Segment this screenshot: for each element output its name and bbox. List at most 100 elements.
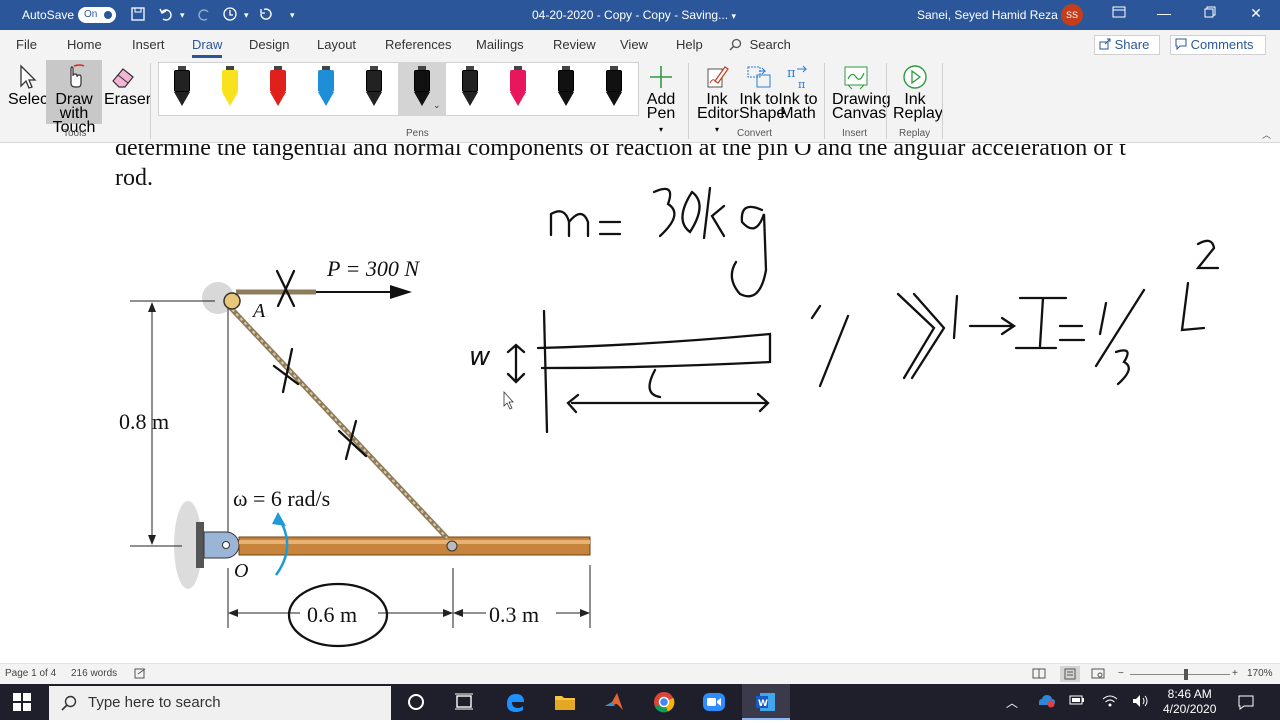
undo-dropdown-icon[interactable]: ▾ xyxy=(180,10,185,21)
drawing-canvas-icon xyxy=(844,66,868,90)
comments-button[interactable]: Comments xyxy=(1170,35,1266,55)
svg-text:π: π xyxy=(798,78,805,91)
edge-icon[interactable] xyxy=(503,690,529,714)
search-icon xyxy=(61,695,77,711)
force-label: P = 300 N xyxy=(327,256,420,281)
print-layout-icon[interactable] xyxy=(1060,666,1080,682)
zoom-level[interactable]: 170% xyxy=(1247,668,1273,679)
proofing-icon[interactable] xyxy=(134,668,146,682)
tab-draw[interactable]: Draw xyxy=(192,37,223,58)
ink-3 xyxy=(652,187,676,238)
pen-9[interactable] xyxy=(554,66,578,110)
zoom-app-icon[interactable] xyxy=(702,690,728,714)
tab-home[interactable]: Home xyxy=(67,37,102,52)
eraser-button[interactable]: Eraser xyxy=(104,63,151,108)
draw-with-touch-button[interactable]: Draw with Touch xyxy=(46,60,102,136)
document-page[interactable]: determine the tangential and normal comp… xyxy=(0,144,1280,648)
add-icon xyxy=(650,66,672,88)
task-view-icon[interactable] xyxy=(452,690,478,714)
show-hidden-icons-icon[interactable]: ︿ xyxy=(1006,694,1018,711)
tab-file[interactable]: File xyxy=(16,37,37,52)
close-icon[interactable]: ✕ xyxy=(1241,5,1271,22)
ink-to-shape-button[interactable]: Ink to Shape xyxy=(739,63,785,122)
share-label: Share xyxy=(1114,37,1150,52)
save-icon[interactable] xyxy=(130,6,146,25)
tab-design[interactable]: Design xyxy=(249,37,289,52)
ink-exponent-2 xyxy=(1195,239,1220,270)
pen-options-chevron-icon[interactable]: ⌄ xyxy=(433,100,441,111)
system-clock[interactable]: 8:46 AM 4/20/2020 xyxy=(1163,687,1216,717)
redo-icon[interactable] xyxy=(196,6,212,25)
ink-w-label: w xyxy=(469,342,491,372)
search-box[interactable]: Search xyxy=(729,37,791,52)
pen-10[interactable] xyxy=(602,66,626,110)
ink-one-third-slash xyxy=(1094,288,1146,368)
tab-references[interactable]: References xyxy=(385,37,451,52)
search-icon xyxy=(729,38,742,51)
notifications-icon[interactable] xyxy=(1237,694,1255,713)
touch-dropdown-icon[interactable]: ▾ xyxy=(244,10,249,21)
pen-4[interactable] xyxy=(314,66,338,110)
autosave-toggle[interactable]: On xyxy=(78,7,116,23)
collapse-ribbon-icon[interactable]: ︿ xyxy=(1262,128,1271,141)
ink-editor-button[interactable]: Ink Editor ▾ xyxy=(697,63,739,137)
chrome-icon[interactable] xyxy=(652,690,678,714)
tab-mailings[interactable]: Mailings xyxy=(476,37,524,52)
svg-text:π: π xyxy=(787,66,796,81)
share-button[interactable]: Share xyxy=(1094,35,1160,55)
pen-3[interactable] xyxy=(266,66,290,110)
pen-8[interactable] xyxy=(506,66,530,110)
file-explorer-icon[interactable] xyxy=(553,690,579,714)
ink-I xyxy=(1014,296,1068,350)
select-tool-button[interactable]: Select xyxy=(8,63,52,108)
tab-help[interactable]: Help xyxy=(676,37,703,52)
tab-view[interactable]: View xyxy=(620,37,648,52)
insert-group-label: Insert xyxy=(842,128,868,139)
ribbon-display-icon[interactable] xyxy=(1104,5,1134,21)
minimize-icon[interactable]: — xyxy=(1149,5,1179,21)
word-taskbar-button[interactable]: W xyxy=(742,684,790,720)
pen-5[interactable] xyxy=(362,66,386,110)
page-count[interactable]: Page 1 of 4 xyxy=(5,668,56,679)
length-0-3-label: 0.3 m xyxy=(489,602,540,627)
ink-to-math-button[interactable]: ππ Ink to Math xyxy=(778,63,818,122)
zoom-slider-thumb[interactable] xyxy=(1184,669,1188,680)
onedrive-icon[interactable] xyxy=(1036,692,1056,711)
convert-group-label: Convert xyxy=(737,128,773,139)
avatar[interactable]: SS xyxy=(1061,4,1083,26)
pen-6[interactable] xyxy=(410,66,434,110)
add-pen-button[interactable]: Add Pen ▾ xyxy=(643,63,679,137)
wifi-icon[interactable] xyxy=(1102,694,1118,711)
ink-replay-button[interactable]: Ink Replay xyxy=(893,63,943,122)
zoom-in-icon[interactable]: + xyxy=(1232,668,1238,679)
undo-icon[interactable] xyxy=(158,6,174,25)
battery-icon[interactable] xyxy=(1069,694,1085,709)
zoom-out-icon[interactable]: − xyxy=(1118,668,1124,679)
cortana-icon[interactable] xyxy=(404,690,430,714)
ink-replay-qat-icon[interactable] xyxy=(258,6,274,25)
zoom-slider-track[interactable] xyxy=(1130,674,1230,675)
pen-1[interactable] xyxy=(170,66,194,110)
customize-qat-icon[interactable]: ▾ xyxy=(290,10,295,21)
taskbar-search-input[interactable]: Type here to search xyxy=(49,686,391,720)
matlab-icon[interactable] xyxy=(603,690,629,714)
restore-icon[interactable] xyxy=(1195,5,1225,21)
pen-2[interactable] xyxy=(218,66,242,110)
web-layout-icon[interactable] xyxy=(1091,668,1105,682)
touch-mode-icon[interactable] xyxy=(222,6,238,25)
tab-layout[interactable]: Layout xyxy=(317,37,356,52)
taskbar: Type here to search W ︿ 8:46 AM 4/20/202… xyxy=(0,684,1280,720)
document-title[interactable]: 04-20-2020 - Copy - Copy - Saving... ▾ xyxy=(532,8,736,22)
read-mode-icon[interactable] xyxy=(1032,668,1046,682)
tab-review[interactable]: Review xyxy=(553,37,596,52)
drawing-canvas-button[interactable]: Drawing Canvas xyxy=(832,63,891,122)
search-label: Search xyxy=(749,37,791,52)
pen-7[interactable] xyxy=(458,66,482,110)
user-name[interactable]: Sanei, Seyed Hamid Reza xyxy=(917,8,1058,22)
volume-icon[interactable] xyxy=(1132,694,1150,711)
tab-insert[interactable]: Insert xyxy=(132,37,165,52)
word-count[interactable]: 216 words xyxy=(71,668,117,679)
windows-start-icon[interactable] xyxy=(12,692,38,716)
ink-g xyxy=(730,205,768,298)
ink-replay-label-2: Replay xyxy=(893,105,943,122)
